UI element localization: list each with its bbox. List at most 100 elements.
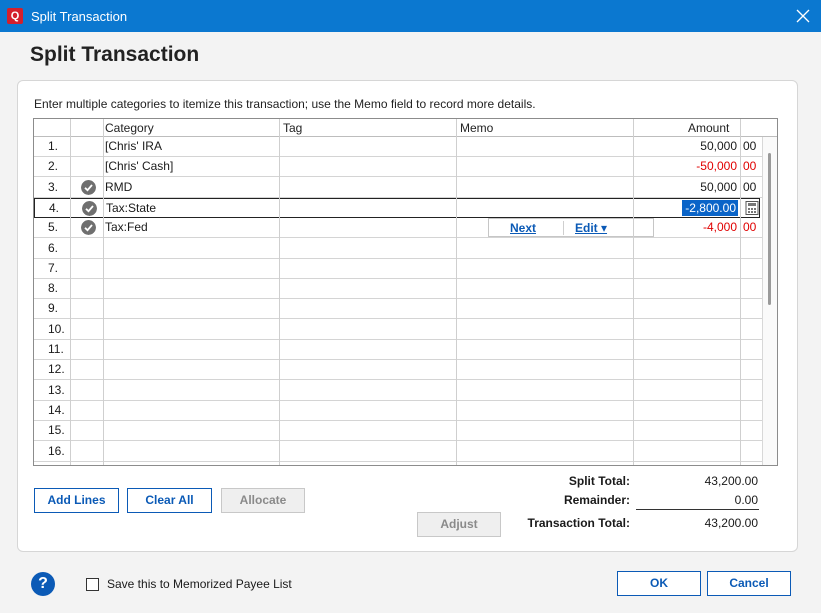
memo-cell[interactable] bbox=[457, 442, 634, 461]
table-row[interactable]: 10. bbox=[34, 320, 762, 340]
cents-cell[interactable] bbox=[741, 401, 762, 420]
category-cell[interactable] bbox=[104, 442, 280, 461]
category-cell[interactable]: RMD bbox=[104, 178, 280, 197]
row-status-cell[interactable] bbox=[70, 340, 103, 359]
row-status-cell[interactable] bbox=[70, 401, 103, 420]
category-cell[interactable] bbox=[104, 239, 280, 258]
tag-cell[interactable] bbox=[280, 442, 457, 461]
tag-cell[interactable] bbox=[280, 218, 457, 237]
amount-cell[interactable] bbox=[634, 360, 740, 379]
category-cell[interactable]: Tax:State bbox=[105, 199, 281, 218]
memo-cell[interactable] bbox=[457, 239, 634, 258]
table-row[interactable]: 14. bbox=[34, 401, 762, 421]
next-row-button[interactable]: Next bbox=[510, 219, 536, 237]
row-status-cell[interactable] bbox=[70, 421, 103, 440]
row-status-cell[interactable] bbox=[70, 442, 103, 461]
clear-all-button[interactable]: Clear All bbox=[127, 488, 212, 513]
cents-cell[interactable]: 00 bbox=[741, 137, 762, 156]
category-cell[interactable]: [Chris' Cash] bbox=[104, 157, 280, 176]
amount-cell[interactable]: -50,000 bbox=[634, 157, 740, 176]
table-row[interactable]: 3. RMD 50,000 00 bbox=[34, 178, 762, 198]
tag-cell[interactable] bbox=[280, 279, 457, 298]
category-cell[interactable]: Tax:Fed bbox=[104, 218, 280, 237]
row-status-cell[interactable] bbox=[70, 259, 103, 278]
tag-cell[interactable] bbox=[280, 381, 457, 400]
category-cell[interactable] bbox=[104, 421, 280, 440]
category-cell[interactable] bbox=[104, 259, 280, 278]
memo-cell[interactable] bbox=[457, 381, 634, 400]
tag-cell[interactable] bbox=[280, 401, 457, 420]
amount-input[interactable]: -2,800.00 bbox=[682, 199, 738, 216]
tag-cell[interactable] bbox=[281, 199, 458, 218]
row-status-cell[interactable] bbox=[70, 320, 103, 339]
cents-cell[interactable] bbox=[741, 259, 762, 278]
row-status-cell[interactable] bbox=[70, 178, 103, 197]
memo-cell[interactable] bbox=[457, 157, 634, 176]
tag-cell[interactable] bbox=[280, 340, 457, 359]
help-icon[interactable]: ? bbox=[31, 572, 55, 596]
cancel-button[interactable]: Cancel bbox=[707, 571, 791, 596]
table-row[interactable]: 13. bbox=[34, 381, 762, 401]
memo-cell[interactable] bbox=[458, 199, 635, 218]
table-row[interactable]: 6. bbox=[34, 239, 762, 259]
table-row[interactable]: 4. Tax:State -2,800.00 bbox=[34, 197, 760, 218]
tag-cell[interactable] bbox=[280, 137, 457, 156]
amount-cell[interactable]: 50,000 bbox=[634, 137, 740, 156]
tag-cell[interactable] bbox=[280, 178, 457, 197]
scroll-thumb[interactable] bbox=[768, 153, 771, 305]
memo-cell[interactable] bbox=[457, 299, 634, 318]
table-row[interactable]: 16. bbox=[34, 442, 762, 462]
table-row[interactable]: 1. [Chris' IRA 50,000 00 bbox=[34, 137, 762, 157]
tag-cell[interactable] bbox=[280, 157, 457, 176]
cents-cell[interactable]: 00 bbox=[741, 178, 762, 197]
cents-cell[interactable]: 00 bbox=[741, 218, 762, 237]
allocate-button[interactable]: Allocate bbox=[221, 488, 305, 513]
category-cell[interactable] bbox=[104, 360, 280, 379]
category-cell[interactable] bbox=[104, 299, 280, 318]
cents-cell[interactable] bbox=[741, 299, 762, 318]
cents-cell[interactable] bbox=[741, 340, 762, 359]
memo-cell[interactable] bbox=[457, 259, 634, 278]
column-header-tag[interactable]: Tag bbox=[283, 121, 302, 135]
category-cell[interactable] bbox=[104, 340, 280, 359]
amount-cell[interactable] bbox=[634, 259, 740, 278]
edit-menu-button[interactable]: Edit ▾ bbox=[575, 219, 607, 237]
memo-cell[interactable] bbox=[457, 421, 634, 440]
table-row[interactable]: 11. bbox=[34, 340, 762, 360]
memo-cell[interactable] bbox=[457, 320, 634, 339]
adjust-button[interactable]: Adjust bbox=[417, 512, 501, 537]
row-status-cell[interactable] bbox=[70, 157, 103, 176]
category-cell[interactable] bbox=[104, 279, 280, 298]
memorize-payee-label[interactable]: Save this to Memorized Payee List bbox=[107, 577, 292, 591]
table-row[interactable]: 8. bbox=[34, 279, 762, 300]
cents-cell[interactable] bbox=[741, 279, 762, 298]
cents-cell[interactable] bbox=[741, 381, 762, 400]
table-row[interactable]: 5. Tax:Fed -4,000 00 Next Edit ▾ bbox=[34, 218, 762, 239]
amount-cell[interactable] bbox=[634, 320, 740, 339]
tag-cell[interactable] bbox=[280, 299, 457, 318]
tag-cell[interactable] bbox=[280, 259, 457, 278]
row-status-cell[interactable] bbox=[70, 137, 103, 156]
table-row[interactable]: 9. bbox=[34, 299, 762, 320]
cents-cell[interactable] bbox=[741, 360, 762, 379]
table-row[interactable]: 15. bbox=[34, 421, 762, 442]
memo-cell[interactable] bbox=[457, 279, 634, 298]
row-status-cell[interactable] bbox=[70, 381, 103, 400]
amount-cell[interactable] bbox=[634, 421, 740, 440]
cents-cell[interactable]: 00 bbox=[741, 157, 762, 176]
tag-cell[interactable] bbox=[280, 360, 457, 379]
column-header-category[interactable]: Category bbox=[105, 121, 154, 135]
row-status-cell[interactable] bbox=[70, 239, 103, 258]
memo-cell[interactable] bbox=[457, 137, 634, 156]
memo-cell[interactable] bbox=[457, 401, 634, 420]
amount-cell[interactable] bbox=[634, 401, 740, 420]
amount-cell[interactable] bbox=[634, 279, 740, 298]
memo-cell[interactable] bbox=[457, 178, 634, 197]
row-status-cell[interactable] bbox=[70, 279, 103, 298]
column-header-memo[interactable]: Memo bbox=[460, 121, 493, 135]
ok-button[interactable]: OK bbox=[617, 571, 701, 596]
cents-cell[interactable] bbox=[741, 421, 762, 440]
row-status-cell[interactable] bbox=[71, 199, 104, 218]
row-status-cell[interactable] bbox=[70, 360, 103, 379]
cents-cell[interactable] bbox=[741, 239, 762, 258]
